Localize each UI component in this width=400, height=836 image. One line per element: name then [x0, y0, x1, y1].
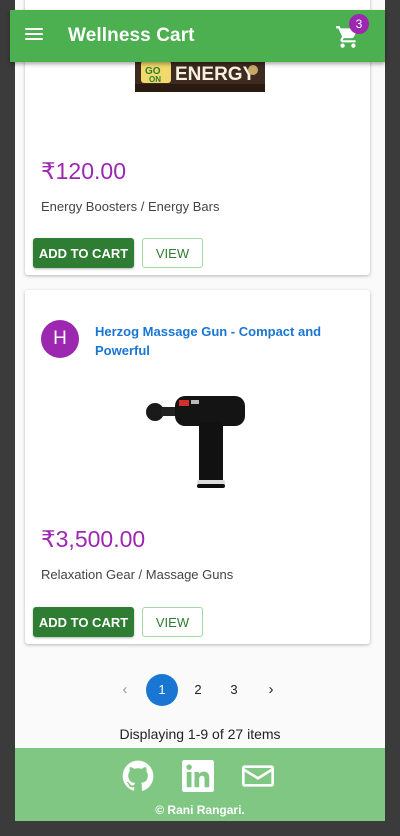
chevron-right-icon[interactable]: › [255, 674, 287, 706]
menu-icon[interactable] [23, 25, 45, 45]
view-button[interactable]: VIEW [142, 238, 203, 268]
product-card: H Herzog Massage Gun - Compact and Power… [25, 290, 370, 644]
avatar: H [41, 320, 79, 358]
add-to-cart-button[interactable]: ADD TO CART [33, 238, 134, 268]
chevron-left-icon[interactable]: ‹ [109, 674, 141, 706]
add-to-cart-button[interactable]: ADD TO CART [33, 607, 134, 637]
page-frame: GO ON ENERGY ₹120.00 Energy Boosters / E… [15, 0, 385, 821]
svg-text:ON: ON [149, 75, 161, 84]
footer: © Rani Rangari. [15, 748, 385, 821]
product-category: Relaxation Gear / Massage Guns [41, 567, 234, 582]
linkedin-icon[interactable] [182, 760, 214, 792]
cart-count-badge: 3 [349, 14, 369, 34]
product-image: GO ON ENERGY [135, 58, 265, 92]
app-title: Wellness Cart [68, 25, 195, 46]
pagination: ‹ 1 2 3 › [15, 674, 385, 708]
app-bar: Wellness Cart 3 [10, 10, 385, 62]
page-button-2[interactable]: 2 [182, 674, 214, 706]
mail-icon[interactable] [241, 760, 275, 792]
view-button[interactable]: VIEW [142, 607, 203, 637]
product-title[interactable]: Herzog Massage Gun - Compact and Powerfu… [95, 322, 355, 360]
copyright-text: © Rani Rangari. [155, 803, 245, 817]
energy-logo-text: ENERGY [175, 64, 256, 85]
product-price: ₹120.00 [41, 158, 126, 184]
github-icon[interactable] [122, 760, 154, 792]
massage-gun-image [146, 396, 245, 488]
product-price: ₹3,500.00 [41, 526, 146, 552]
page-button-3[interactable]: 3 [218, 674, 250, 706]
items-count-text: Displaying 1-9 of 27 items [119, 726, 281, 742]
product-category: Energy Boosters / Energy Bars [41, 199, 220, 214]
page-button-1[interactable]: 1 [146, 674, 178, 706]
